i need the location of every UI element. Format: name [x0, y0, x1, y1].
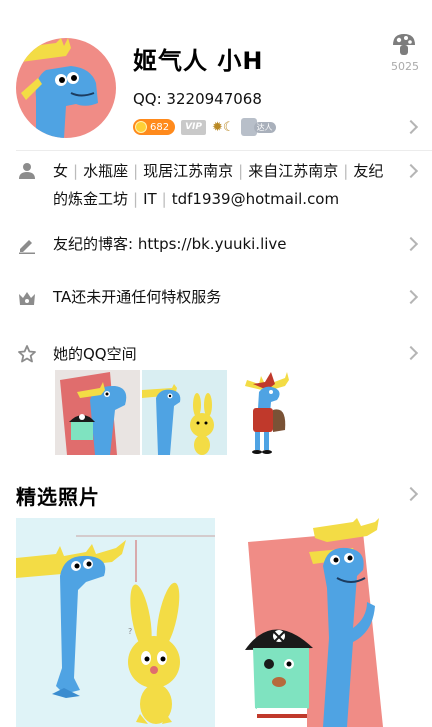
- info-separator: |: [238, 162, 244, 180]
- qq-number: QQ: 3220947068: [133, 90, 262, 108]
- star-icon: [18, 345, 36, 363]
- badge-list[interactable]: 682 VIP ✹☾ 达人: [133, 117, 276, 137]
- info-separator: |: [133, 162, 139, 180]
- info-details[interactable]: 女 | 水瓶座 | 现居江苏南京 | 来自江苏南京 | 友纪的炼金工坊 | IT | tdf1939@h…: [53, 157, 398, 213]
- info-item: tdf1939@hotmail.com: [171, 190, 340, 208]
- qzone-chevron-icon[interactable]: [403, 345, 419, 361]
- info-chevron-icon[interactable]: [403, 163, 419, 179]
- pen-icon: [18, 236, 36, 254]
- info-item: 现居江苏南京: [143, 162, 234, 180]
- info-item: 女: [53, 162, 69, 180]
- info-separator: |: [133, 190, 139, 208]
- badges-chevron-icon[interactable]: [403, 119, 419, 135]
- privilege-chevron-icon[interactable]: [403, 289, 419, 305]
- sun-moon-badge[interactable]: ✹☾: [212, 120, 235, 135]
- daren-badge[interactable]: 达人: [240, 118, 276, 136]
- photos-chevron-icon[interactable]: [403, 486, 419, 502]
- mushroom-icon[interactable]: [391, 32, 417, 58]
- qzone-thumbnails: [55, 370, 314, 455]
- qzone-thumbnail[interactable]: [142, 370, 227, 455]
- profile-avatar[interactable]: [16, 38, 116, 138]
- qzone-thumbnail[interactable]: [55, 370, 140, 455]
- svg-text:?: ?: [128, 627, 132, 636]
- qzone-label[interactable]: 她的QQ空间: [53, 340, 137, 368]
- blog-link[interactable]: 友纪的博客: https://bk.yuuki.live: [53, 230, 287, 258]
- info-separator: |: [343, 162, 349, 180]
- privilege-status[interactable]: TA还未开通任何特权服务: [53, 283, 221, 311]
- info-separator: |: [73, 162, 79, 180]
- featured-photo[interactable]: [243, 518, 392, 727]
- coin-count: 682: [150, 121, 170, 133]
- blog-chevron-icon[interactable]: [403, 236, 419, 252]
- coin-icon: [135, 121, 147, 133]
- featured-photos-title: 精选照片: [16, 485, 100, 509]
- coin-badge[interactable]: 682: [133, 119, 176, 135]
- info-item: 水瓶座: [83, 162, 129, 180]
- info-item: IT: [143, 190, 157, 208]
- qzone-thumbnail[interactable]: [229, 370, 314, 455]
- info-item: 来自江苏南京: [248, 162, 339, 180]
- vip-badge[interactable]: VIP: [181, 119, 207, 135]
- daren-label: 达人: [253, 121, 276, 133]
- like-count: 5025: [391, 60, 419, 73]
- crown-icon: [18, 289, 36, 307]
- profile-name: 姬气人 小H: [133, 47, 264, 75]
- info-separator: |: [161, 190, 167, 208]
- header-divider: [16, 150, 432, 151]
- featured-photo[interactable]: ?: [16, 518, 215, 727]
- person-icon: [18, 162, 36, 180]
